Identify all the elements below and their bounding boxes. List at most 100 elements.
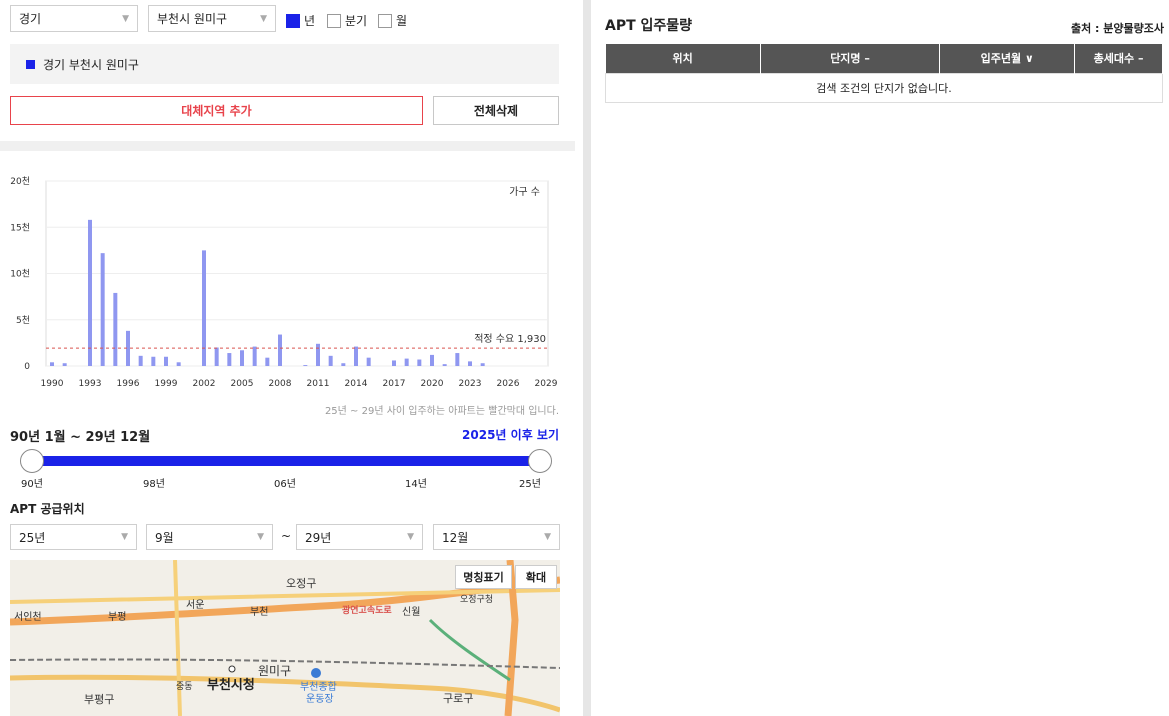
add-region-button[interactable]: 대체지역 추가 xyxy=(10,96,423,125)
bar xyxy=(278,334,282,366)
header-location[interactable]: 위치 xyxy=(605,44,761,73)
x-tick-label: 1993 xyxy=(79,379,102,389)
from-year-value: 25년 xyxy=(19,530,46,545)
option-month-label: 월 xyxy=(396,14,408,28)
bar xyxy=(455,353,460,366)
table-header-row: 위치 단지명 – 입주년월 ∨ 총세대수 – xyxy=(605,44,1163,73)
bar xyxy=(328,355,333,366)
panel-divider[interactable] xyxy=(583,0,591,716)
map-label: 오정구 xyxy=(286,577,316,590)
x-tick-label: 2014 xyxy=(345,379,368,389)
legend-label: 가구 수 xyxy=(509,186,540,198)
range-tick: 98년 xyxy=(143,479,165,490)
x-tick-label: 2020 xyxy=(421,379,444,389)
square-marker-icon xyxy=(26,59,35,69)
city-select[interactable]: 부천시 원미구 ▼ xyxy=(148,5,276,32)
option-quarter-label: 분기 xyxy=(345,14,368,28)
bar xyxy=(265,357,270,366)
option-year[interactable]: 년 xyxy=(286,12,315,29)
to-year-select[interactable]: 29년 ▼ xyxy=(296,524,423,550)
bar xyxy=(316,343,320,366)
map-label: 부천시청 xyxy=(207,677,255,693)
x-tick-label: 2008 xyxy=(269,379,292,389)
map-label: 운동장 xyxy=(306,693,334,705)
section-divider xyxy=(0,141,575,151)
map-label: 서인천 xyxy=(14,611,42,623)
header-complex-name[interactable]: 단지명 – xyxy=(760,44,941,73)
y-tick-label: 10천 xyxy=(10,269,30,280)
left-panel: 경기 ▼ 부천시 원미구 ▼ 년 분기 월 경기 부천시 원미구 대체지역 추가 전… xyxy=(0,0,575,716)
checkbox-year[interactable] xyxy=(286,13,300,28)
map-label: 광연고속도로 xyxy=(342,604,392,616)
range-handle-end[interactable] xyxy=(528,449,552,473)
complex-table: 위치 단지명 – 입주년월 ∨ 총세대수 – 검색 조건의 단지가 없습니다. xyxy=(605,44,1163,103)
bar xyxy=(227,353,232,366)
range-slider-track[interactable] xyxy=(32,456,540,466)
map-label: 부천 xyxy=(250,606,268,618)
map-label: 신월 xyxy=(402,606,420,618)
bar xyxy=(176,362,181,366)
header-move-in-date[interactable]: 입주년월 ∨ xyxy=(939,44,1076,73)
map-label: 오정구청 xyxy=(460,594,493,605)
bar xyxy=(354,346,358,366)
x-tick-label: 2002 xyxy=(193,379,216,389)
from-year-select[interactable]: 25년 ▼ xyxy=(10,524,137,550)
bar xyxy=(480,363,485,366)
province-select[interactable]: 경기 ▼ xyxy=(10,5,138,32)
bar xyxy=(50,362,54,366)
range-tick: 14년 xyxy=(405,479,427,490)
bar xyxy=(252,346,257,366)
x-tick-label: 2023 xyxy=(459,379,482,389)
y-tick-label: 5천 xyxy=(16,315,30,326)
option-year-label: 년 xyxy=(304,14,316,28)
x-tick-label: 2011 xyxy=(307,379,330,389)
map-label: 중동 xyxy=(176,681,193,692)
view-after-2025-link[interactable]: 2025년 이후 보기 xyxy=(462,426,559,443)
bar xyxy=(341,363,346,366)
checkbox-month[interactable] xyxy=(378,13,392,28)
map-label: 부평 xyxy=(108,611,126,623)
show-labels-button[interactable]: 명칭표기 xyxy=(455,565,512,589)
bar xyxy=(113,292,118,366)
range-handle-start[interactable] xyxy=(20,449,44,473)
bar xyxy=(138,355,143,366)
chevron-down-icon: ▼ xyxy=(257,532,264,542)
map-label: 원미구 xyxy=(258,664,291,678)
header-total-units[interactable]: 총세대수 – xyxy=(1074,44,1163,73)
to-month-select[interactable]: 12월 ▼ xyxy=(433,524,560,550)
map-label: 구로구 xyxy=(443,692,473,705)
to-month-value: 12월 xyxy=(442,530,469,545)
x-tick-label: 2017 xyxy=(383,379,406,389)
delete-all-button[interactable]: 전체삭제 xyxy=(433,96,559,125)
table-row: 검색 조건의 단지가 없습니다. xyxy=(605,72,1163,103)
from-month-select[interactable]: 9월 ▼ xyxy=(146,524,273,550)
chevron-down-icon: ▼ xyxy=(260,13,267,24)
checkbox-quarter[interactable] xyxy=(327,13,341,28)
bar xyxy=(417,359,422,366)
empty-message: 검색 조건의 단지가 없습니다. xyxy=(605,72,1163,103)
bar xyxy=(392,360,396,366)
bar xyxy=(442,364,447,366)
range-tick: 25년 xyxy=(519,479,541,490)
zoom-button[interactable]: 확대 xyxy=(515,565,557,589)
selected-region: 경기 부천시 원미구 xyxy=(10,44,559,84)
right-title: APT 입주물량 xyxy=(605,18,693,34)
x-tick-label: 1999 xyxy=(155,379,178,389)
x-tick-label: 1990 xyxy=(41,379,64,389)
option-quarter[interactable]: 분기 xyxy=(327,12,367,29)
bar xyxy=(62,363,67,366)
chevron-down-icon: ▼ xyxy=(121,532,128,542)
map-label: 서운 xyxy=(186,599,204,611)
bar xyxy=(100,253,105,366)
map-label: 부평구 xyxy=(84,693,114,706)
x-tick-label: 2029 xyxy=(535,379,558,389)
chevron-down-icon: ▼ xyxy=(122,13,129,24)
bar xyxy=(430,354,434,366)
range-tick: 90년 xyxy=(21,479,43,490)
bar xyxy=(164,356,168,366)
supply-title: APT 공급위치 xyxy=(10,502,85,516)
option-month[interactable]: 월 xyxy=(378,12,407,29)
reference-label: 적정 수요 1,930 xyxy=(474,333,546,345)
bar xyxy=(404,358,409,366)
bar xyxy=(303,365,308,366)
